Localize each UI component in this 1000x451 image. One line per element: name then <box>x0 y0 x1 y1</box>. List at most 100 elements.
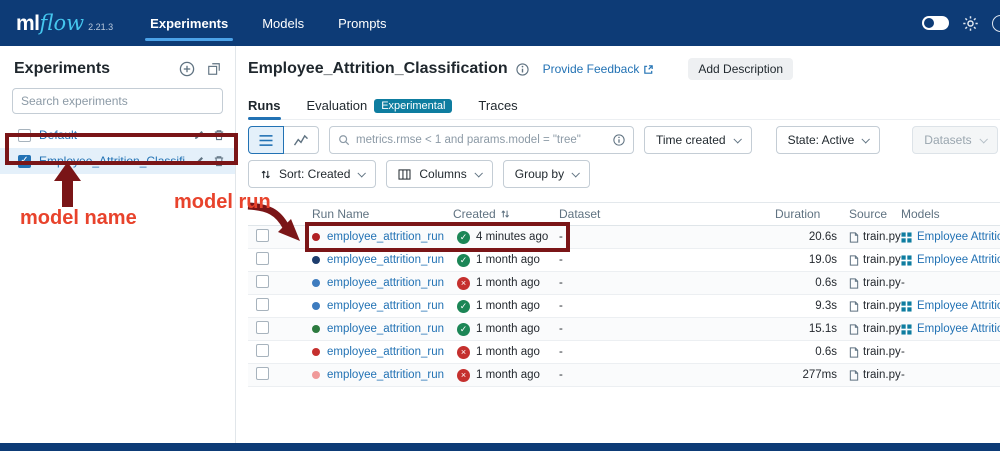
nav-tab-models[interactable]: Models <box>245 0 321 46</box>
run-source[interactable]: train.py <box>843 346 901 358</box>
run-source-label: train.py <box>863 277 901 289</box>
create-experiment-icon[interactable] <box>179 61 195 77</box>
run-status-icon: ✓ <box>457 230 470 244</box>
experiment-item-default[interactable]: Default <box>0 122 235 148</box>
table-row[interactable]: employee_attrition_run × 1 month ago - 0… <box>248 341 1000 364</box>
row-checkbox[interactable] <box>256 298 269 311</box>
state-dropdown[interactable]: State: Active <box>775 126 881 154</box>
source-file-icon <box>849 254 859 266</box>
state-label: State: Active <box>787 133 855 147</box>
run-status-icon: × <box>457 345 470 359</box>
header-run-name[interactable]: Run Name <box>308 207 453 221</box>
nav-tab-prompts[interactable]: Prompts <box>321 0 403 46</box>
sort-label: Sort: Created <box>279 167 351 181</box>
run-name-link[interactable]: employee_attrition_run <box>327 369 444 381</box>
row-checkbox[interactable] <box>256 367 269 380</box>
table-row[interactable]: employee_attrition_run ✓ 1 month ago - 1… <box>248 318 1000 341</box>
sidebar-title: Experiments <box>14 60 111 77</box>
row-checkbox[interactable] <box>256 229 269 242</box>
run-source[interactable]: train.py <box>843 369 901 381</box>
columns-dropdown[interactable]: Columns <box>386 160 493 188</box>
header-source[interactable]: Source <box>843 207 901 221</box>
table-row[interactable]: employee_attrition_run ✓ 4 minutes ago -… <box>248 226 1000 249</box>
add-description-button[interactable]: Add Description <box>688 58 794 80</box>
search-info-icon[interactable] <box>613 134 625 146</box>
info-icon[interactable] <box>515 62 529 76</box>
model-version-link[interactable]: Employee Attrition Mod <box>917 323 1000 335</box>
header-created[interactable]: Created <box>453 207 553 221</box>
run-source[interactable]: train.py <box>843 323 901 335</box>
provide-feedback-link[interactable]: Provide Feedback <box>543 62 655 76</box>
mlflow-logo[interactable]: ml flow 2.21.3 <box>16 11 113 36</box>
model-version-link[interactable]: Employee Attrition Mod <box>917 231 1000 243</box>
tab-evaluation[interactable]: Evaluation Experimental <box>307 92 453 119</box>
model-version-link[interactable]: Employee Attrition Mod <box>917 254 1000 266</box>
run-color-dot <box>312 256 320 264</box>
run-name-link[interactable]: employee_attrition_run <box>327 300 444 312</box>
run-duration: 0.6s <box>815 277 837 289</box>
header-dataset[interactable]: Dataset <box>553 207 763 221</box>
run-color-dot <box>312 302 320 310</box>
runs-search-input[interactable] <box>356 134 607 146</box>
row-checkbox[interactable] <box>256 344 269 357</box>
row-checkbox[interactable] <box>256 252 269 265</box>
theme-toggle[interactable] <box>922 16 949 30</box>
table-row[interactable]: employee_attrition_run ✓ 1 month ago - 1… <box>248 249 1000 272</box>
popout-icon[interactable] <box>207 62 221 76</box>
chevron-down-icon <box>571 169 581 178</box>
experiment-name[interactable]: Default <box>39 128 185 142</box>
experiment-checkbox[interactable] <box>18 154 31 168</box>
run-models: Employee Attrition Mod <box>901 254 1000 266</box>
time-created-label: Time created <box>656 133 726 147</box>
sort-dropdown[interactable]: Sort: Created <box>248 160 377 188</box>
columns-icon <box>398 168 411 180</box>
table-row[interactable]: employee_attrition_run × 1 month ago - 2… <box>248 364 1000 387</box>
sort-indicator-icon[interactable] <box>500 209 510 219</box>
run-name-link[interactable]: employee_attrition_run <box>327 254 444 266</box>
run-created-text: 1 month ago <box>476 346 540 358</box>
experiment-checkbox[interactable] <box>18 128 31 142</box>
run-name-link[interactable]: employee_attrition_run <box>327 277 444 289</box>
delete-trash-icon[interactable] <box>213 155 225 167</box>
list-view-button[interactable] <box>248 126 284 154</box>
row-checkbox[interactable] <box>256 275 269 288</box>
datasets-dropdown[interactable]: Datasets <box>912 126 998 154</box>
experiment-search-input[interactable] <box>21 94 214 108</box>
run-duration: 277ms <box>802 369 837 381</box>
header-created-label: Created <box>453 207 496 221</box>
tab-traces[interactable]: Traces <box>478 92 517 119</box>
nav-tab-experiments[interactable]: Experiments <box>133 0 245 46</box>
settings-gear-icon[interactable] <box>962 15 979 32</box>
run-created-text: 1 month ago <box>476 300 540 312</box>
run-color-dot <box>312 371 320 379</box>
run-source[interactable]: train.py <box>843 277 901 289</box>
delete-trash-icon[interactable] <box>213 129 225 141</box>
run-source[interactable]: train.py <box>843 231 901 243</box>
edit-pencil-icon[interactable] <box>193 155 205 167</box>
logo-flow-text: flow <box>39 10 85 35</box>
group-by-dropdown[interactable]: Group by <box>502 160 591 188</box>
edit-pencil-icon[interactable] <box>193 129 205 141</box>
run-name-link[interactable]: employee_attrition_run <box>327 323 444 335</box>
experiment-name[interactable]: Employee_Attrition_Classification <box>39 154 185 168</box>
table-row[interactable]: employee_attrition_run ✓ 1 month ago - 9… <box>248 295 1000 318</box>
registered-model-icon <box>901 254 912 266</box>
time-created-dropdown[interactable]: Time created <box>644 126 752 154</box>
model-version-link[interactable]: Employee Attrition Mod <box>917 300 1000 312</box>
provide-feedback-label: Provide Feedback <box>542 62 640 76</box>
help-icon[interactable] <box>992 14 1000 32</box>
run-name-link[interactable]: employee_attrition_run <box>327 346 444 358</box>
run-dataset: - <box>559 323 563 335</box>
run-source[interactable]: train.py <box>843 254 901 266</box>
header-models[interactable]: Models <box>901 207 1000 221</box>
chart-view-button[interactable] <box>283 126 319 154</box>
header-duration[interactable]: Duration <box>763 207 843 221</box>
run-name-link[interactable]: employee_attrition_run <box>327 231 444 243</box>
row-checkbox[interactable] <box>256 321 269 334</box>
run-source[interactable]: train.py <box>843 300 901 312</box>
tab-runs[interactable]: Runs <box>248 92 281 120</box>
run-color-dot <box>312 233 320 241</box>
run-duration: 9.3s <box>815 300 837 312</box>
table-row[interactable]: employee_attrition_run × 1 month ago - 0… <box>248 272 1000 295</box>
experiment-item-employee-attrition[interactable]: Employee_Attrition_Classification <box>0 148 235 174</box>
